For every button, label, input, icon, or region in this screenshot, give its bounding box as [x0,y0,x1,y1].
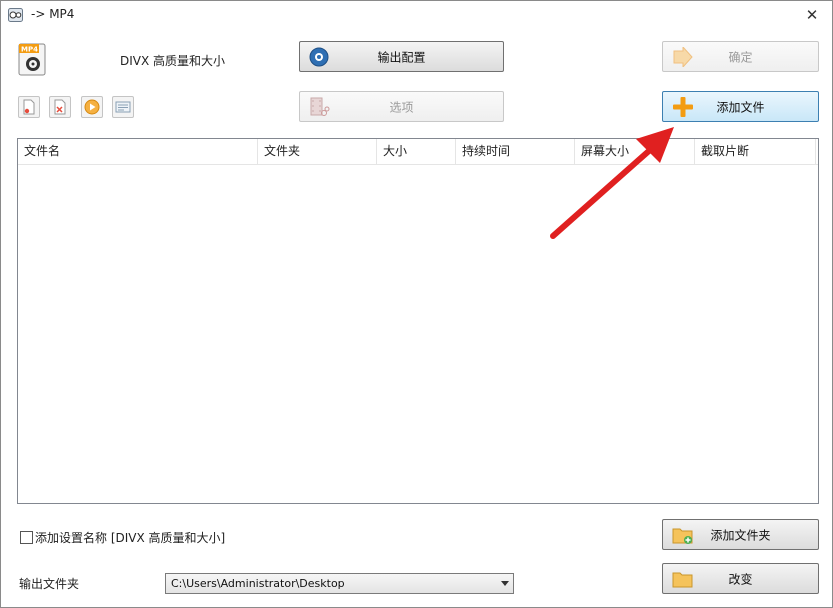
add-preset-name-checkbox[interactable]: 添加设置名称 [DIVX 高质量和大小] [20,529,225,546]
mp4-format-logo: MP4 [18,43,46,76]
new-file-button[interactable] [18,96,40,118]
ok-label: 确定 [728,50,753,64]
change-label: 改变 [728,572,753,586]
title-bar: -> MP4 ✕ [1,1,832,29]
add-folder-label: 添加文件夹 [710,528,771,542]
output-folder-select[interactable]: C:\Users\Administrator\Desktop [165,573,514,594]
add-folder-button[interactable]: 添加文件夹 [662,519,819,550]
add-preset-name-label: 添加设置名称 [DIVX 高质量和大小] [35,531,226,545]
close-button[interactable]: ✕ [792,1,832,29]
options-button[interactable]: 选项 [299,91,504,122]
add-file-label: 添加文件 [716,100,765,114]
play-icon [84,99,100,115]
preset-name: DIVX 高质量和大小 [120,54,226,68]
column-header-duration[interactable]: 持续时间 [456,139,575,164]
change-button[interactable]: 改变 [662,563,819,594]
options-label: 选项 [389,100,414,114]
checkbox-box[interactable] [20,531,33,544]
close-icon: ✕ [805,6,819,24]
add-file-button[interactable]: 添加文件 [662,91,819,122]
delete-file-button[interactable] [49,96,71,118]
column-header-folder[interactable]: 文件夹 [258,139,377,164]
file-list[interactable]: 文件名 文件夹 大小 持续时间 屏幕大小 截取片断 [17,138,819,504]
output-folder-label: 输出文件夹 [19,577,80,591]
column-header-clip[interactable]: 截取片断 [695,139,816,164]
column-header-size[interactable]: 大小 [377,139,456,164]
info-button[interactable] [112,96,134,118]
column-header-screen-size[interactable]: 屏幕大小 [575,139,695,164]
column-header-filename[interactable]: 文件名 [18,139,258,164]
info-icon [115,101,131,113]
output-config-label: 输出配置 [377,50,426,64]
play-button[interactable] [81,96,103,118]
file-list-header: 文件名 文件夹 大小 持续时间 屏幕大小 截取片断 [18,139,818,165]
chevron-down-icon[interactable] [501,581,509,586]
app-icon [8,8,23,22]
output-config-button[interactable]: 输出配置 [299,41,504,72]
delete-file-icon [54,99,66,115]
app-window: -> MP4 ✕ MP4 DIVX 高质量和大小 输出配置 确定 选项 添加文件… [0,0,833,608]
output-folder-path: C:\Users\Administrator\Desktop [171,577,345,590]
window-title: -> MP4 [31,7,75,21]
logo-text: MP4 [21,46,38,54]
new-file-icon [23,99,35,115]
ok-button[interactable]: 确定 [662,41,819,72]
